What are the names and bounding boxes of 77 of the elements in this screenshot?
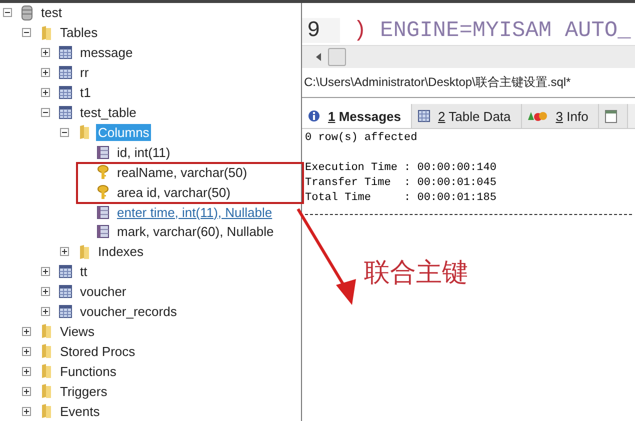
- scroll-left-icon[interactable]: [316, 53, 322, 61]
- expand-toggle[interactable]: [22, 406, 31, 416]
- collapse-toggle[interactable]: [3, 8, 12, 18]
- code-text: ): [352, 18, 368, 42]
- annotation-label: 联合主键: [364, 257, 468, 290]
- folder-icon: [40, 363, 52, 380]
- folder-icon: [40, 24, 52, 41]
- tree-item[interactable]: t1: [78, 84, 93, 102]
- table-icon: [59, 86, 72, 100]
- tree-item[interactable]: Tables: [58, 24, 100, 42]
- expand-toggle[interactable]: [60, 247, 69, 256]
- message-line: Total Time : 00:00:01:185: [305, 191, 498, 206]
- expand-toggle[interactable]: [22, 326, 31, 336]
- table-icon: [59, 285, 72, 298]
- folder-icon: [40, 343, 52, 360]
- table-icon: [59, 305, 72, 318]
- tree-item[interactable]: Functions: [58, 362, 118, 380]
- tab[interactable]: [599, 104, 628, 128]
- tree-item[interactable]: id, int(11): [115, 144, 172, 161]
- tree-item[interactable]: test: [39, 4, 64, 22]
- tree-item[interactable]: Stored Procs: [58, 342, 138, 360]
- table-icon: [59, 46, 72, 60]
- folder-icon: [78, 244, 90, 260]
- expand-toggle[interactable]: [41, 307, 50, 316]
- folder-icon: [40, 383, 52, 400]
- column-icon: [97, 146, 109, 159]
- calendar-icon: [605, 110, 618, 122]
- table-icon: [59, 265, 72, 278]
- folder-icon: [40, 323, 52, 340]
- column-icon: [97, 225, 109, 238]
- info-icon: [308, 110, 320, 122]
- collapse-toggle[interactable]: [41, 108, 50, 117]
- column-icon: [97, 206, 109, 219]
- message-line: 0 row(s) affected: [305, 131, 418, 146]
- file-path: C:\Users\Administrator\Desktop\联合主键设置.sql*: [302, 68, 635, 98]
- tab[interactable]: 1 Messages: [302, 104, 412, 128]
- tab[interactable]: 2 Table Data: [412, 104, 522, 128]
- horizontal-scrollbar[interactable]: [302, 45, 635, 68]
- tree-item[interactable]: realName, varchar(50): [115, 164, 250, 181]
- tree-item[interactable]: Views: [58, 322, 96, 340]
- code-text: ENGINE=MYISAM AUTO_: [380, 18, 631, 42]
- folder-icon: [40, 403, 52, 420]
- tree-item[interactable]: rr: [78, 64, 91, 82]
- shapes-icon: [528, 110, 548, 122]
- tree-item[interactable]: Events: [58, 402, 102, 420]
- tree-item[interactable]: voucher_records: [78, 303, 179, 320]
- table-icon: [59, 66, 72, 80]
- tab[interactable]: 3 Info: [522, 104, 600, 128]
- expand-toggle[interactable]: [22, 386, 31, 396]
- expand-toggle[interactable]: [41, 267, 50, 276]
- tree-item[interactable]: message: [78, 44, 135, 62]
- collapse-toggle[interactable]: [60, 128, 69, 137]
- expand-toggle[interactable]: [41, 48, 50, 58]
- key-icon: [97, 184, 109, 200]
- key-icon: [97, 164, 109, 180]
- expand-toggle[interactable]: [22, 346, 31, 356]
- expand-toggle[interactable]: [41, 88, 50, 98]
- table-icon: [418, 110, 430, 122]
- tree-item[interactable]: tt: [78, 263, 90, 280]
- message-line: Transfer Time : 00:00:01:045: [305, 176, 498, 191]
- line-number: 9: [302, 18, 340, 42]
- tree-item[interactable]: test_table: [78, 104, 138, 121]
- tree-item[interactable]: Triggers: [58, 382, 110, 400]
- expand-toggle[interactable]: [41, 68, 50, 78]
- expand-toggle[interactable]: [41, 287, 50, 296]
- folder-icon: [78, 124, 90, 140]
- tree-item[interactable]: mark, varchar(60), Nullable: [115, 223, 276, 240]
- tree-item[interactable]: area id, varchar(50): [115, 184, 232, 201]
- scroll-thumb[interactable]: [328, 48, 346, 66]
- tree-item[interactable]: Indexes: [96, 243, 146, 260]
- collapse-toggle[interactable]: [22, 28, 31, 38]
- database-icon: [21, 4, 33, 21]
- message-line: Execution Time : 00:00:00:140: [305, 161, 498, 176]
- tree-item[interactable]: enter time, int(11), Nullable: [115, 204, 274, 221]
- expand-toggle[interactable]: [22, 366, 31, 376]
- table-icon: [59, 106, 72, 119]
- tree-item[interactable]: voucher: [78, 283, 128, 300]
